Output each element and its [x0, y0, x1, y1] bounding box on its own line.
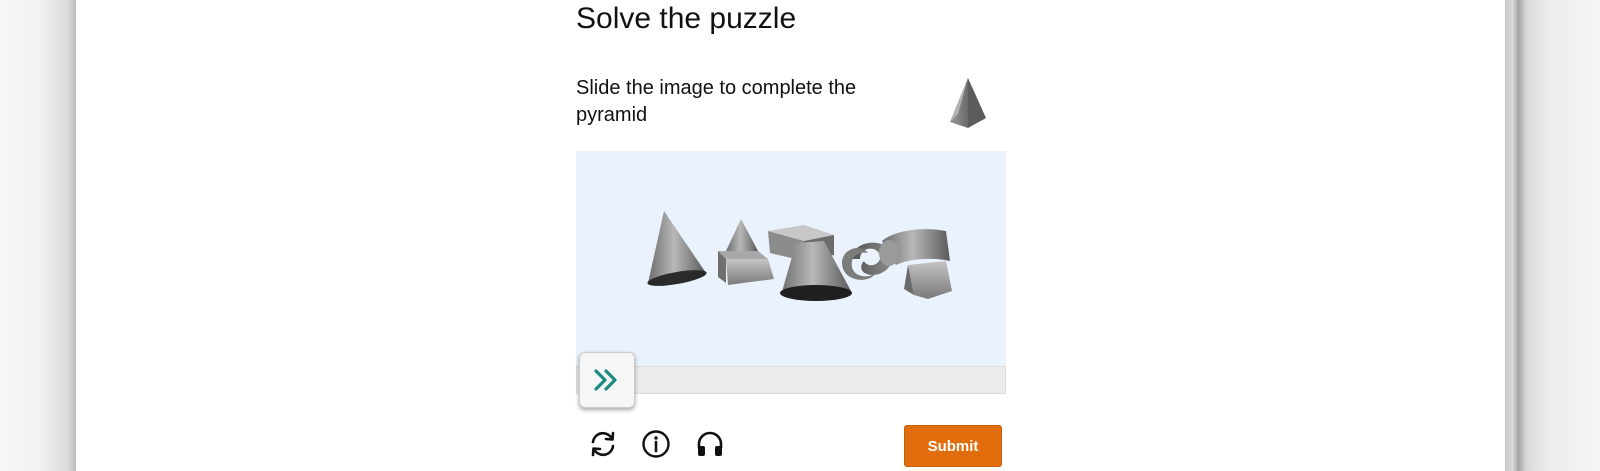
- slider-track[interactable]: [576, 366, 1006, 394]
- refresh-button[interactable]: [585, 426, 621, 462]
- submit-button[interactable]: Submit: [904, 425, 1002, 467]
- puzzle-shapes: [647, 211, 952, 301]
- right-backdrop: [1505, 0, 1600, 471]
- captcha-card: Solve the puzzle Slide the image to comp…: [576, 0, 1006, 471]
- puzzle-image: [576, 151, 1006, 366]
- puzzle-instruction: Slide the image to complete the pyramid: [576, 77, 857, 126]
- left-backdrop: [0, 0, 76, 471]
- info-button[interactable]: [638, 426, 674, 462]
- slider-handle[interactable]: [579, 352, 635, 408]
- captcha-window: Solve the puzzle Slide the image to comp…: [76, 0, 1505, 471]
- info-icon: [642, 430, 670, 458]
- pyramid-icon: [950, 78, 986, 128]
- page-title: Solve the puzzle: [576, 2, 797, 35]
- headphones-icon: [697, 431, 723, 456]
- refresh-icon: [591, 431, 615, 457]
- audio-button[interactable]: [692, 426, 728, 462]
- double-chevron-right-icon: [594, 369, 617, 391]
